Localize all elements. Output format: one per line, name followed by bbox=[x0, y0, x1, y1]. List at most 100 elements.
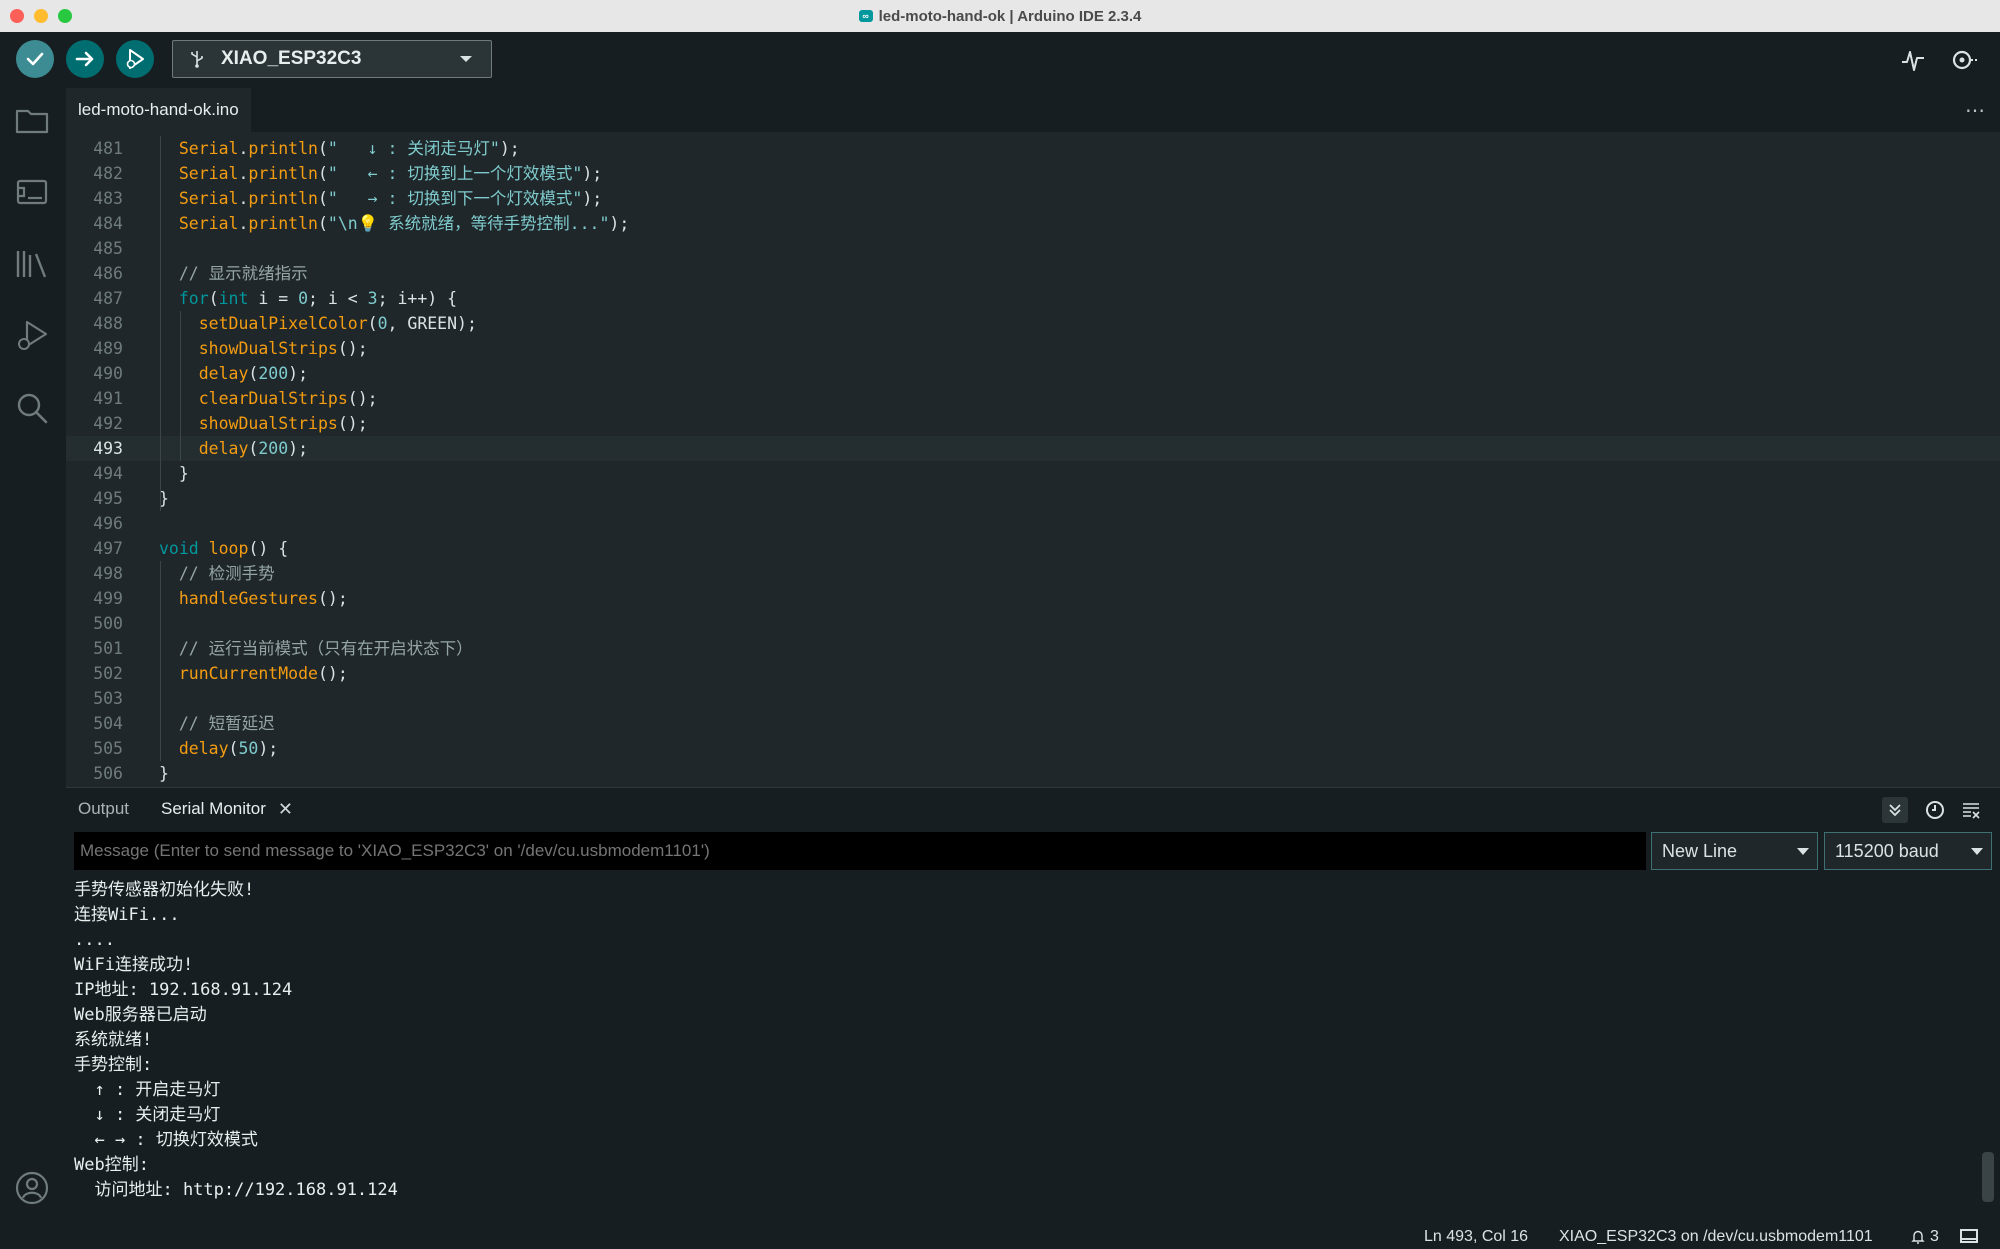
board-port-status[interactable]: XIAO_ESP32C3 on /dev/cu.usbmodem1101 bbox=[1559, 1225, 1873, 1249]
code-line[interactable]: 485 bbox=[66, 236, 2000, 261]
window-title: led-moto-hand-ok | Arduino IDE 2.3.4 bbox=[878, 7, 1142, 25]
code-text: } bbox=[159, 464, 189, 483]
code-line[interactable]: 497 void loop() { bbox=[66, 536, 2000, 561]
search-icon[interactable] bbox=[14, 390, 50, 426]
line-number: 502 bbox=[93, 664, 123, 683]
verify-button[interactable] bbox=[16, 40, 54, 78]
usb-icon bbox=[191, 51, 203, 68]
code-line[interactable]: 500 bbox=[66, 611, 2000, 636]
serial-output-line: 系统就绪! bbox=[74, 1030, 153, 1050]
library-manager-icon[interactable] bbox=[14, 246, 50, 282]
serial-monitor-icon[interactable] bbox=[1950, 46, 1978, 74]
status-bar: Ln 493, Col 16 XIAO_ESP32C3 on /dev/cu.u… bbox=[0, 1225, 2000, 1249]
code-line[interactable]: 492 showDualStrips(); bbox=[66, 411, 2000, 436]
boards-manager-icon[interactable] bbox=[14, 174, 50, 210]
clock-icon bbox=[1926, 801, 1944, 819]
tab-serial-monitor-label: Serial Monitor bbox=[161, 799, 266, 818]
code-line[interactable]: 483 Serial.println(" → : 切换到下一个灯效模式"); bbox=[66, 186, 2000, 211]
line-number: 496 bbox=[93, 514, 123, 533]
code-line[interactable]: 489 showDualStrips(); bbox=[66, 336, 2000, 361]
activity-bar bbox=[0, 88, 66, 1225]
serial-output-line: ↑ : 开启走马灯 bbox=[74, 1080, 221, 1100]
upload-button[interactable] bbox=[66, 40, 104, 78]
tab-output[interactable]: Output bbox=[78, 788, 129, 830]
serial-output-line: 访问地址: http://192.168.91.124 bbox=[74, 1180, 398, 1200]
code-text: void loop() { bbox=[159, 539, 289, 558]
line-number: 483 bbox=[93, 189, 123, 208]
code-line[interactable]: 481 Serial.println(" ↓ : 关闭走马灯"); bbox=[66, 136, 2000, 161]
code-line[interactable]: 506} bbox=[66, 761, 2000, 786]
code-line[interactable]: 482 Serial.println(" ← : 切换到上一个灯效模式"); bbox=[66, 161, 2000, 186]
line-number: 499 bbox=[93, 589, 123, 608]
serial-plotter-icon[interactable] bbox=[1899, 46, 1927, 74]
line-ending-select[interactable]: New Line bbox=[1651, 832, 1818, 870]
chevron-down-icon bbox=[1971, 848, 1983, 855]
line-number: 500 bbox=[93, 614, 123, 633]
code-line[interactable]: 491 clearDualStrips(); bbox=[66, 386, 2000, 411]
debug-icon bbox=[126, 49, 144, 69]
indent-guide bbox=[160, 561, 161, 761]
file-tab[interactable]: led-moto-hand-ok.ino bbox=[66, 88, 251, 132]
code-line[interactable]: 495} bbox=[66, 486, 2000, 511]
code-line[interactable]: 496 bbox=[66, 511, 2000, 536]
debug-button[interactable] bbox=[116, 40, 154, 78]
autoscroll-button[interactable] bbox=[1882, 797, 1908, 823]
debug-sidebar-icon[interactable] bbox=[14, 318, 50, 354]
line-number: 486 bbox=[93, 264, 123, 283]
timestamp-button[interactable] bbox=[1922, 797, 1948, 823]
line-ending-value: New Line bbox=[1662, 841, 1738, 861]
line-number: 505 bbox=[93, 739, 123, 758]
code-line[interactable]: 484 Serial.println("\n💡 系统就绪，等待手势控制...")… bbox=[66, 211, 2000, 236]
code-line[interactable]: 498 // 检测手势 bbox=[66, 561, 2000, 586]
more-actions-icon[interactable]: ⋯ bbox=[1965, 98, 1986, 123]
line-number: 498 bbox=[93, 564, 123, 583]
cursor-position[interactable]: Ln 493, Col 16 bbox=[1424, 1225, 1528, 1249]
code-line[interactable]: 487 for(int i = 0; i < 3; i++) { bbox=[66, 286, 2000, 311]
code-line[interactable]: 503 bbox=[66, 686, 2000, 711]
serial-output-line: 手势控制: bbox=[74, 1055, 153, 1075]
toggle-panel-icon[interactable] bbox=[1960, 1229, 1978, 1243]
code-line[interactable]: 501 // 运行当前模式（只有在开启状态下） bbox=[66, 636, 2000, 661]
code-editor[interactable]: 481 Serial.println(" ↓ : 关闭走马灯"); 482 Ser… bbox=[66, 132, 2000, 787]
line-number: 506 bbox=[93, 764, 123, 783]
code-line[interactable]: 490 delay(200); bbox=[66, 361, 2000, 386]
clear-output-button[interactable] bbox=[1958, 797, 1984, 823]
code-line[interactable]: 493 delay(200); bbox=[66, 436, 2000, 461]
serial-message-input[interactable] bbox=[74, 832, 1646, 870]
tab-serial-monitor[interactable]: Serial Monitor ✕ bbox=[161, 788, 293, 830]
line-number: 490 bbox=[93, 364, 123, 383]
serial-output-line: IP地址: 192.168.91.124 bbox=[74, 980, 293, 1000]
serial-output-line: ↓ : 关闭走马灯 bbox=[74, 1105, 221, 1125]
verify-icon bbox=[26, 52, 44, 66]
panel-tab-bar: Output Serial Monitor ✕ bbox=[66, 788, 2000, 830]
code-text: Serial.println(" ↓ : 关闭走马灯"); bbox=[178, 139, 520, 158]
line-number: 501 bbox=[93, 639, 123, 658]
code-line[interactable]: 494 } bbox=[66, 461, 2000, 486]
baud-rate-select[interactable]: 115200 baud bbox=[1824, 832, 1992, 870]
account-icon[interactable] bbox=[14, 1170, 50, 1206]
notification-count: 3 bbox=[1930, 1228, 1939, 1245]
line-number: 481 bbox=[93, 139, 123, 158]
code-text: clearDualStrips(); bbox=[198, 389, 378, 408]
folder-icon[interactable] bbox=[14, 102, 50, 138]
notifications-button[interactable]: 3 bbox=[1910, 1225, 1939, 1249]
line-number: 495 bbox=[93, 489, 123, 508]
line-number: 484 bbox=[93, 214, 123, 233]
close-icon[interactable]: ✕ bbox=[278, 799, 293, 820]
code-line[interactable]: 499 handleGestures(); bbox=[66, 586, 2000, 611]
code-line[interactable]: 486 // 显示就绪指示 bbox=[66, 261, 2000, 286]
toolbar: XIAO_ESP32C3 bbox=[0, 32, 2000, 88]
board-selector[interactable]: XIAO_ESP32C3 bbox=[172, 40, 492, 78]
code-line[interactable]: 504 // 短暂延迟 bbox=[66, 711, 2000, 736]
code-text: Serial.println("\n💡 系统就绪，等待手势控制..."); bbox=[178, 214, 630, 233]
code-text: // 检测手势 bbox=[178, 564, 275, 583]
code-text: // 短暂延迟 bbox=[178, 714, 275, 733]
title-bar: ∞ led-moto-hand-ok | Arduino IDE 2.3.4 bbox=[0, 0, 2000, 33]
code-line[interactable]: 502 runCurrentMode(); bbox=[66, 661, 2000, 686]
serial-output[interactable]: 手势传感器初始化失败! 连接WiFi....... WiFi连接成功! IP地址: 1… bbox=[66, 872, 2000, 1224]
serial-output-scrollbar[interactable] bbox=[1982, 1152, 1994, 1202]
serial-output-line: WiFi连接成功! bbox=[74, 955, 194, 975]
code-text: setDualPixelColor(0, GREEN); bbox=[198, 314, 477, 333]
code-line[interactable]: 488 setDualPixelColor(0, GREEN); bbox=[66, 311, 2000, 336]
code-line[interactable]: 505 delay(50); bbox=[66, 736, 2000, 761]
